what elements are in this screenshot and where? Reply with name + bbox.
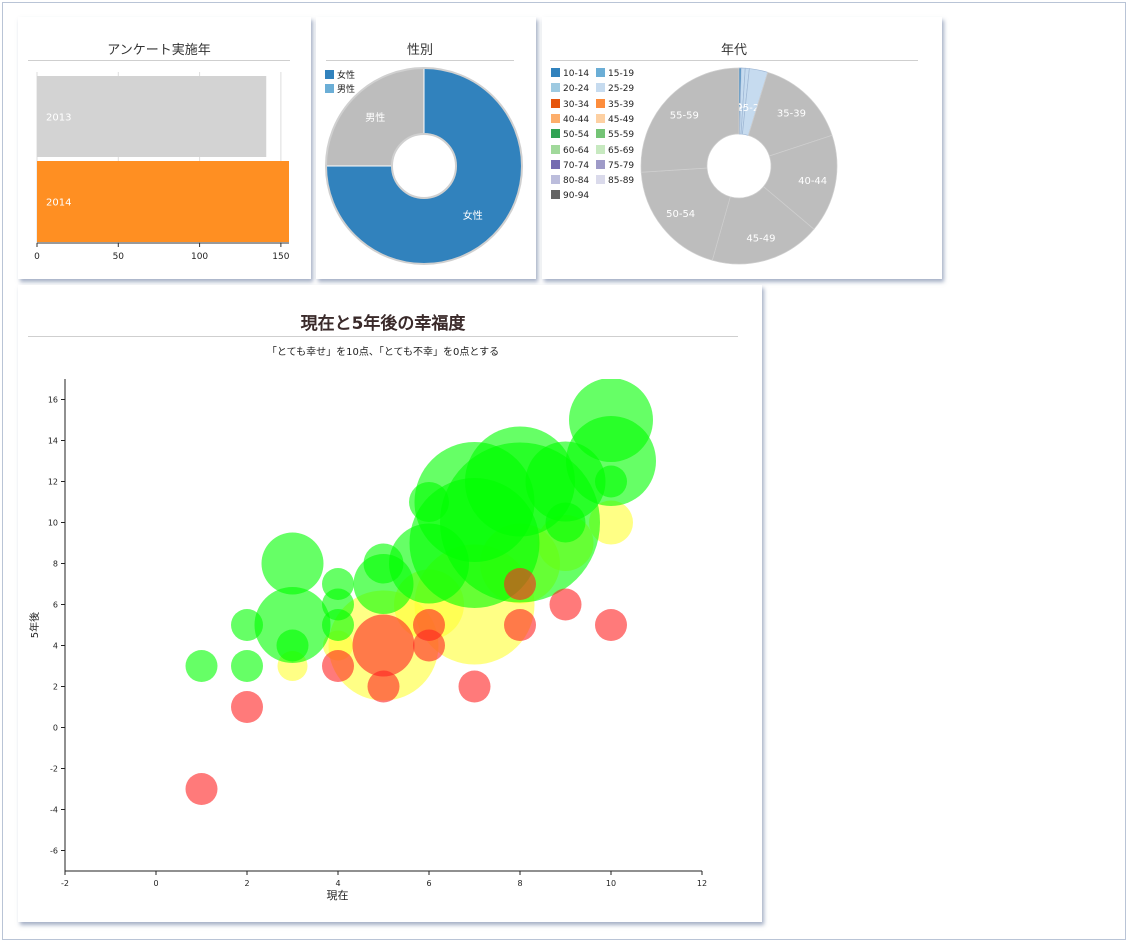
y-tick-label: 14 [48,437,58,446]
bubble-red [458,670,491,703]
x-tick-label: 12 [697,879,707,888]
y-axis-label: 5年後 [28,612,41,638]
happiness-bubble-chart: -2 0 2 4 6 8 10 12 -6 -4 -2 0 2 4 6 8 10 12 14 16 現在 5年後 [28,379,707,902]
age-slice-label: 55-59 [670,111,699,122]
bubble-red [504,609,536,641]
bar-2014 [37,161,289,242]
x-tick-label: 6 [426,879,431,888]
age-panel: 年代 10-14 15-19 20-24 25-29 30-34 35-39 40-44 45… [542,17,942,279]
gender-panel: 性別 女性 男性 女性 男性 [316,17,536,279]
x-tick-label: -2 [61,879,69,888]
bubble-red [231,691,263,723]
y-tick-label: 12 [48,478,58,487]
bubble-red [413,629,445,662]
bar-x-tick-label: 150 [272,252,289,262]
y-tick-label: 4 [53,642,58,651]
bubble-red [185,773,218,805]
age-slice-label: 40-44 [798,176,827,187]
bubble-layer [185,379,656,805]
bubble-green [276,629,309,662]
x-tick-label: 0 [153,879,158,888]
bubble-red [367,670,400,703]
age-donut-chart: 10-1415-1920-2425-29 35-3940-4445-4950-54… [640,67,838,265]
bar-x-tick-label: 0 [34,252,40,262]
bar-label: 2013 [46,113,71,124]
x-tick-label: 4 [335,879,340,888]
bubble-green [185,650,218,682]
year-bar-chart: 0 50 100 150 2013 2014 [34,72,290,262]
bubble-green [231,650,263,682]
gender-donut-chart: 女性 男性 [325,67,523,265]
gender-inner-ring [391,133,457,199]
happiness-panel: 現在と5年後の幸福度 「とても幸せ」を10点、「とても不幸」を0点とする -2 0… [18,285,762,922]
bubble-red [352,614,415,677]
age-slice-label: 35-39 [777,108,806,119]
bubble-red [549,588,582,621]
x-tick-label: 2 [244,879,249,888]
bubble-green [322,609,354,641]
y-tick-label: 10 [48,519,58,528]
bar-x-tick-label: 50 [113,252,125,262]
x-tick-label: 8 [517,879,522,888]
y-tick-label: 8 [53,560,58,569]
year-panel: アンケート実施年 0 50 100 150 2013 2014 [18,17,311,279]
bubble-red [504,568,536,600]
y-tick-label: -4 [50,806,58,815]
bar-x-tick-label: 100 [191,252,208,262]
y-tick-label: 16 [48,396,58,405]
bubble-green [595,465,627,498]
x-tick-label: 10 [606,879,616,888]
gender-slice-label: 男性 [365,111,385,124]
bubble-green [261,532,324,595]
x-axis-label: 現在 [327,889,349,902]
bar-label: 2014 [46,198,71,209]
gender-slice-label: 女性 [463,209,483,222]
bubble-green [545,502,586,543]
age-slice-label: 50-54 [666,209,695,220]
y-tick-label: 6 [53,601,58,610]
age-slice-label: 45-49 [746,234,775,245]
y-tick-label: -2 [50,765,58,774]
bubble-green [569,379,653,462]
bubble-red [322,650,354,682]
y-tick-label: 0 [53,724,58,733]
y-tick-label: 2 [53,683,58,692]
bubble-red [595,609,627,641]
y-tick-label: -6 [50,847,58,856]
